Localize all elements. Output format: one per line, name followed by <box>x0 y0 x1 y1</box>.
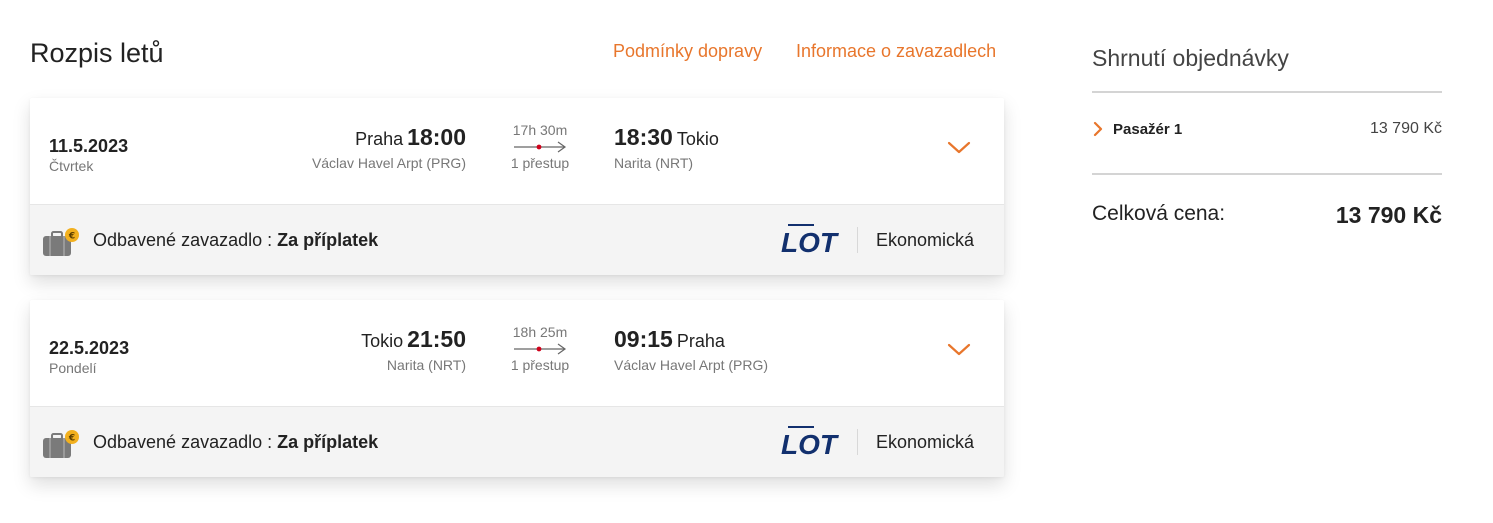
flight-card-outbound: 11.5.2023 Čtvrtek Praha 18:00 Václav Have… <box>30 98 1004 275</box>
baggage-info-link[interactable]: Informace o zavazadlech <box>796 41 996 62</box>
flight-summary-row[interactable]: 22.5.2023 Pondelí Tokio 21:50 Narita (NRT… <box>30 300 1004 406</box>
departure-info: Tokio 21:50 Narita (NRT) <box>361 326 466 373</box>
baggage-label: Odbavené zavazadlo : <box>93 432 278 452</box>
svg-text:€: € <box>68 232 75 242</box>
flight-duration: 17h 30m <box>512 122 568 138</box>
flight-weekday: Čtvrtek <box>49 158 94 174</box>
route-arrow-icon <box>514 343 567 355</box>
lot-airline-logo: LOT <box>781 426 840 458</box>
baggage-value: Za příplatek <box>277 230 379 250</box>
flight-duration-info: 17h 30m 1 přestup <box>504 122 576 171</box>
departure-city: Tokio <box>361 331 404 351</box>
baggage-fee-icon: € <box>43 228 79 256</box>
flight-date: 22.5.2023 <box>49 338 130 358</box>
arrival-time: 18:30 <box>614 124 673 150</box>
divider <box>1092 91 1442 93</box>
flight-summary-row[interactable]: 11.5.2023 Čtvrtek Praha 18:00 Václav Have… <box>30 98 1004 204</box>
checked-baggage-info: Odbavené zavazadlo : Za příplatek <box>93 230 378 251</box>
airline-logo-text: LOT <box>781 429 840 458</box>
divider <box>1092 173 1442 175</box>
arrival-time: 09:15 <box>614 326 673 352</box>
divider <box>857 227 858 253</box>
svg-text:€: € <box>68 434 75 444</box>
flight-details-bar: € Odbavené zavazadlo : Za příplatek LOT … <box>30 204 1004 275</box>
flight-details-bar: € Odbavené zavazadlo : Za příplatek LOT … <box>30 406 1004 477</box>
arrival-info: 18:30 Tokio Narita (NRT) <box>614 124 719 171</box>
flight-duration-info: 18h 25m 1 přestup <box>504 324 576 373</box>
lot-airline-logo: LOT <box>781 224 840 256</box>
departure-time: 18:00 <box>407 124 466 150</box>
order-summary-title: Shrnutí objednávky <box>1092 45 1289 71</box>
cabin-class: Ekonomická <box>876 230 975 250</box>
chevron-right-icon <box>1093 121 1103 137</box>
departure-city: Praha <box>355 129 404 149</box>
baggage-label: Odbavené zavazadlo : <box>93 230 278 250</box>
chevron-down-icon[interactable] <box>946 138 972 158</box>
departure-airport: Václav Havel Arpt (PRG) <box>311 155 466 171</box>
flight-date: 11.5.2023 <box>49 136 129 156</box>
chevron-down-icon[interactable] <box>946 340 972 360</box>
total-price-label: Celková cena: <box>1092 202 1226 225</box>
arrival-airport: Narita (NRT) <box>614 155 694 171</box>
flight-weekday: Pondelí <box>49 360 97 376</box>
flight-card-return: 22.5.2023 Pondelí Tokio 21:50 Narita (NRT… <box>30 300 1004 477</box>
departure-time: 21:50 <box>407 326 466 352</box>
passenger-row[interactable]: Pasažér 1 13 790 Kč <box>1092 119 1442 141</box>
total-price: 13 790 Kč <box>1335 202 1442 228</box>
airline-logo-text: LOT <box>781 227 840 256</box>
transport-conditions-link[interactable]: Podmínky dopravy <box>613 41 762 62</box>
flight-stops: 1 přestup <box>510 155 570 171</box>
passenger-price: 13 790 Kč <box>1369 120 1442 137</box>
baggage-fee-icon: € <box>43 430 79 458</box>
baggage-value: Za příplatek <box>277 432 379 452</box>
page-title: Rozpis letů <box>30 38 164 68</box>
passenger-label: Pasažér 1 <box>1113 121 1183 138</box>
arrival-airport: Václav Havel Arpt (PRG) <box>614 357 769 373</box>
checked-baggage-info: Odbavené zavazadlo : Za příplatek <box>93 432 378 453</box>
flight-duration: 18h 25m <box>512 324 568 340</box>
flight-stops: 1 přestup <box>510 357 570 373</box>
arrival-city: Praha <box>676 331 725 351</box>
departure-airport: Narita (NRT) <box>386 357 466 373</box>
arrival-city: Tokio <box>676 129 719 149</box>
cabin-class: Ekonomická <box>876 432 975 452</box>
departure-info: Praha 18:00 Václav Havel Arpt (PRG) <box>312 124 466 171</box>
arrival-info: 09:15 Praha Václav Havel Arpt (PRG) <box>614 326 768 373</box>
route-arrow-icon <box>514 141 567 153</box>
divider <box>857 429 858 455</box>
